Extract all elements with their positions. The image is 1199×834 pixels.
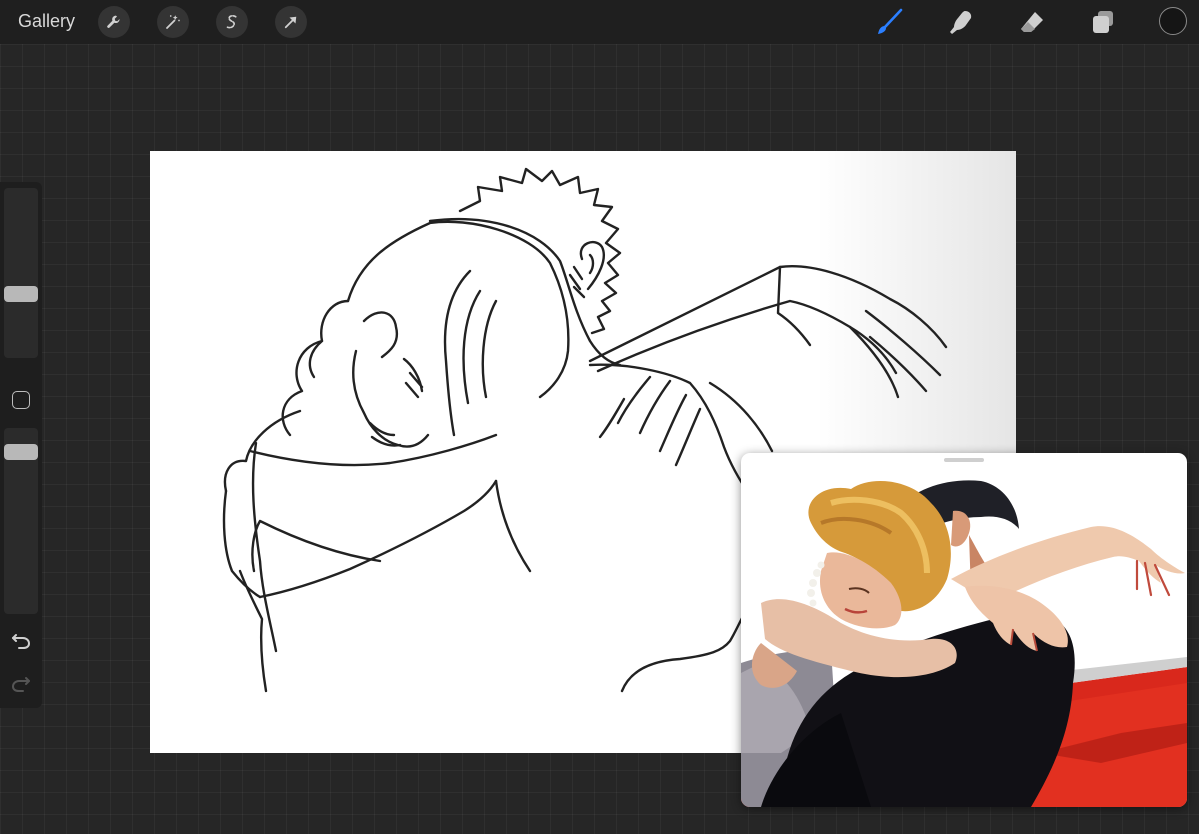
redo-arrow-icon[interactable] (10, 672, 32, 694)
undo-arrow-icon[interactable] (10, 629, 32, 651)
eraser-tool-button[interactable] (1016, 6, 1048, 38)
color-circle-icon[interactable] (1159, 7, 1187, 35)
adjustments-button[interactable] (157, 6, 189, 38)
top-toolbar: Gallery (0, 0, 1199, 44)
brush-size-slider[interactable] (4, 188, 38, 358)
layers-icon (1093, 11, 1113, 33)
brush-tool-button[interactable] (874, 6, 906, 38)
reference-painting (741, 480, 1187, 807)
arrow-cursor-icon (284, 16, 297, 29)
selection-button[interactable] (216, 6, 248, 38)
brush-icon (878, 8, 903, 34)
reference-window[interactable] (741, 453, 1187, 807)
gallery-button[interactable]: Gallery (18, 11, 75, 32)
smudge-tool-button[interactable] (945, 6, 977, 38)
left-sidebar (0, 182, 42, 708)
transform-button[interactable] (275, 6, 307, 38)
magic-wand-icon (166, 15, 180, 29)
opacity-slider-thumb[interactable] (4, 444, 38, 460)
selection-s-icon (226, 15, 237, 29)
square-icon[interactable] (12, 391, 30, 409)
smudge-finger-icon (950, 11, 972, 34)
wrench-icon (107, 15, 120, 28)
eraser-icon (1021, 12, 1043, 32)
brush-size-slider-thumb[interactable] (4, 286, 38, 302)
layers-button[interactable] (1087, 6, 1119, 38)
actions-button[interactable] (98, 6, 130, 38)
